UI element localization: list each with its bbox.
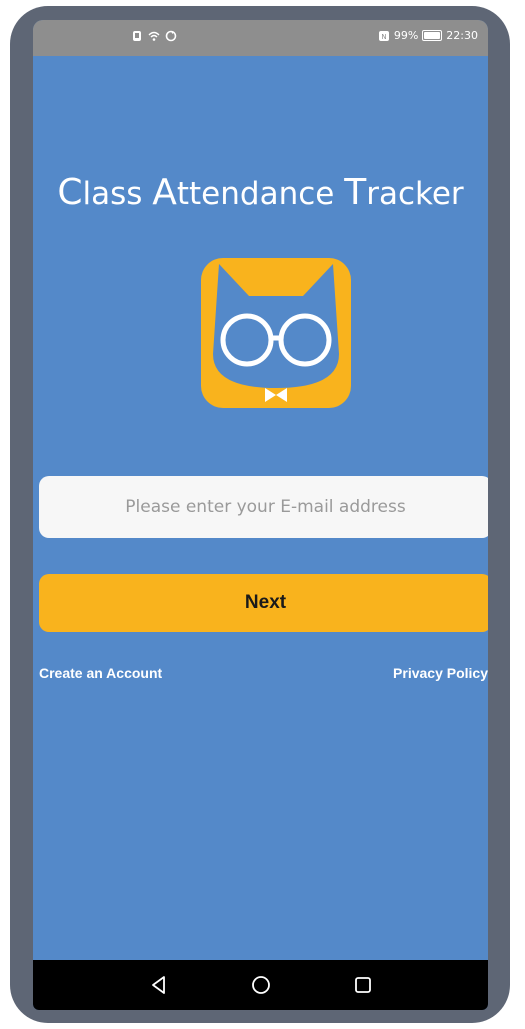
- next-button[interactable]: Next: [39, 574, 488, 632]
- battery-percent: 99%: [393, 29, 419, 42]
- notification-icon: [133, 31, 141, 41]
- recents-square-icon[interactable]: [351, 973, 375, 997]
- svg-text:N: N: [381, 33, 386, 41]
- title-word-rest: lass: [82, 176, 153, 212]
- title-word-rest: racker: [366, 176, 464, 212]
- system-nav-bar: [33, 960, 488, 1010]
- email-input[interactable]: [39, 476, 488, 538]
- title-word-initial: C: [57, 172, 83, 213]
- home-circle-icon[interactable]: [249, 973, 273, 997]
- nfc-icon: N: [378, 30, 389, 41]
- status-right-icons: N 99% 22:30: [378, 29, 478, 42]
- title-word-initial: T: [344, 172, 367, 213]
- create-account-link[interactable]: Create an Account: [39, 665, 162, 681]
- app-screen: N 99% 22:30 Class Attendance Tracker Nex…: [33, 20, 488, 1010]
- title-word-initial: A: [152, 172, 177, 213]
- battery-fill: [424, 32, 441, 39]
- back-triangle-icon[interactable]: [147, 973, 171, 997]
- title-word-rest: ttendance: [176, 176, 345, 212]
- phone-frame: N 99% 22:30 Class Attendance Tracker Nex…: [10, 6, 510, 1023]
- battery-icon: [422, 30, 443, 41]
- sync-icon: [165, 30, 177, 42]
- owl-cat-with-glasses-icon: [201, 258, 351, 408]
- privacy-policy-link[interactable]: Privacy Policy: [393, 665, 488, 681]
- status-bar: N 99% 22:30: [33, 20, 488, 56]
- wifi-icon: [148, 31, 160, 41]
- app-title: Class Attendance Tracker: [33, 172, 488, 213]
- status-left-icons: [131, 30, 177, 42]
- status-time: 22:30: [446, 29, 478, 42]
